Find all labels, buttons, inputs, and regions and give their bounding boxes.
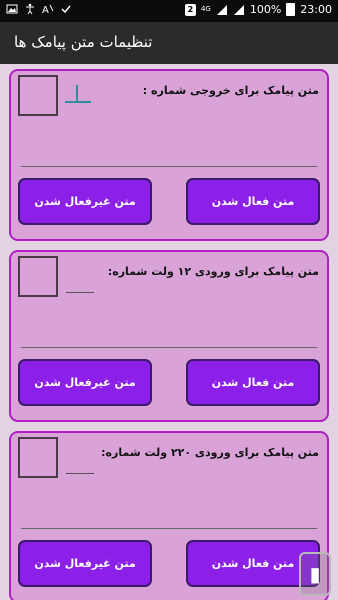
card-label: متن پیامک برای خروجی شماره : — [142, 84, 319, 97]
text-field-underline[interactable] — [21, 347, 317, 348]
sim-indicator: 2 — [184, 3, 196, 16]
number-input[interactable] — [66, 292, 94, 293]
signal-icon — [216, 4, 227, 15]
card-label: متن پیامک برای ورودی ۲۲۰ ولت شماره: — [101, 446, 319, 459]
activate-text-button[interactable]: متن فعال شدن — [186, 359, 320, 406]
number-input[interactable] — [66, 473, 94, 474]
page-title: تنظیمات متن پیامک ها — [14, 33, 153, 51]
status-bar-right: 2 4G 100% 23:00 — [184, 3, 332, 16]
deactivate-text-button[interactable]: متن غیرفعال شدن — [18, 540, 152, 587]
text-field-underline[interactable] — [21, 528, 317, 529]
battery-percent: 100% — [249, 3, 282, 16]
text-field-underline[interactable] — [21, 166, 317, 167]
card-input-220v-sms: متن پیامک برای ورودی ۲۲۰ ولت شماره: متن … — [9, 431, 329, 600]
app-bar: تنظیمات متن پیامک ها — [0, 22, 338, 64]
card-output-sms: متن پیامک برای خروجی شماره : متن غیرفعال… — [9, 69, 329, 241]
gallery-icon — [6, 4, 18, 14]
activate-text-button[interactable]: متن فعال شدن — [186, 178, 320, 225]
card-input-12v-sms: متن پیامک برای ورودی ۱۲ ولت شماره: متن غ… — [9, 250, 329, 422]
check-icon — [61, 5, 71, 14]
status-bar-left: A — [6, 3, 72, 15]
status-bar: A 2 4G 100% 23:00 — [0, 0, 338, 22]
checkbox[interactable] — [18, 437, 58, 478]
battery-icon — [286, 3, 296, 16]
clock: 23:00 — [300, 3, 332, 16]
card-label: متن پیامک برای ورودی ۱۲ ولت شماره: — [107, 265, 319, 278]
signal-icon-2 — [233, 4, 244, 15]
deactivate-text-button[interactable]: متن غیرفعال شدن — [18, 178, 152, 225]
accessibility-icon — [26, 3, 34, 15]
font-size-icon: A — [42, 4, 54, 15]
network-type: 4G — [200, 5, 211, 13]
store-logo-icon: ▮ — [299, 552, 331, 596]
deactivate-text-button[interactable]: متن غیرفعال شدن — [18, 359, 152, 406]
svg-text:A: A — [42, 5, 49, 15]
checkbox[interactable] — [18, 75, 58, 116]
checkbox[interactable] — [18, 256, 58, 297]
